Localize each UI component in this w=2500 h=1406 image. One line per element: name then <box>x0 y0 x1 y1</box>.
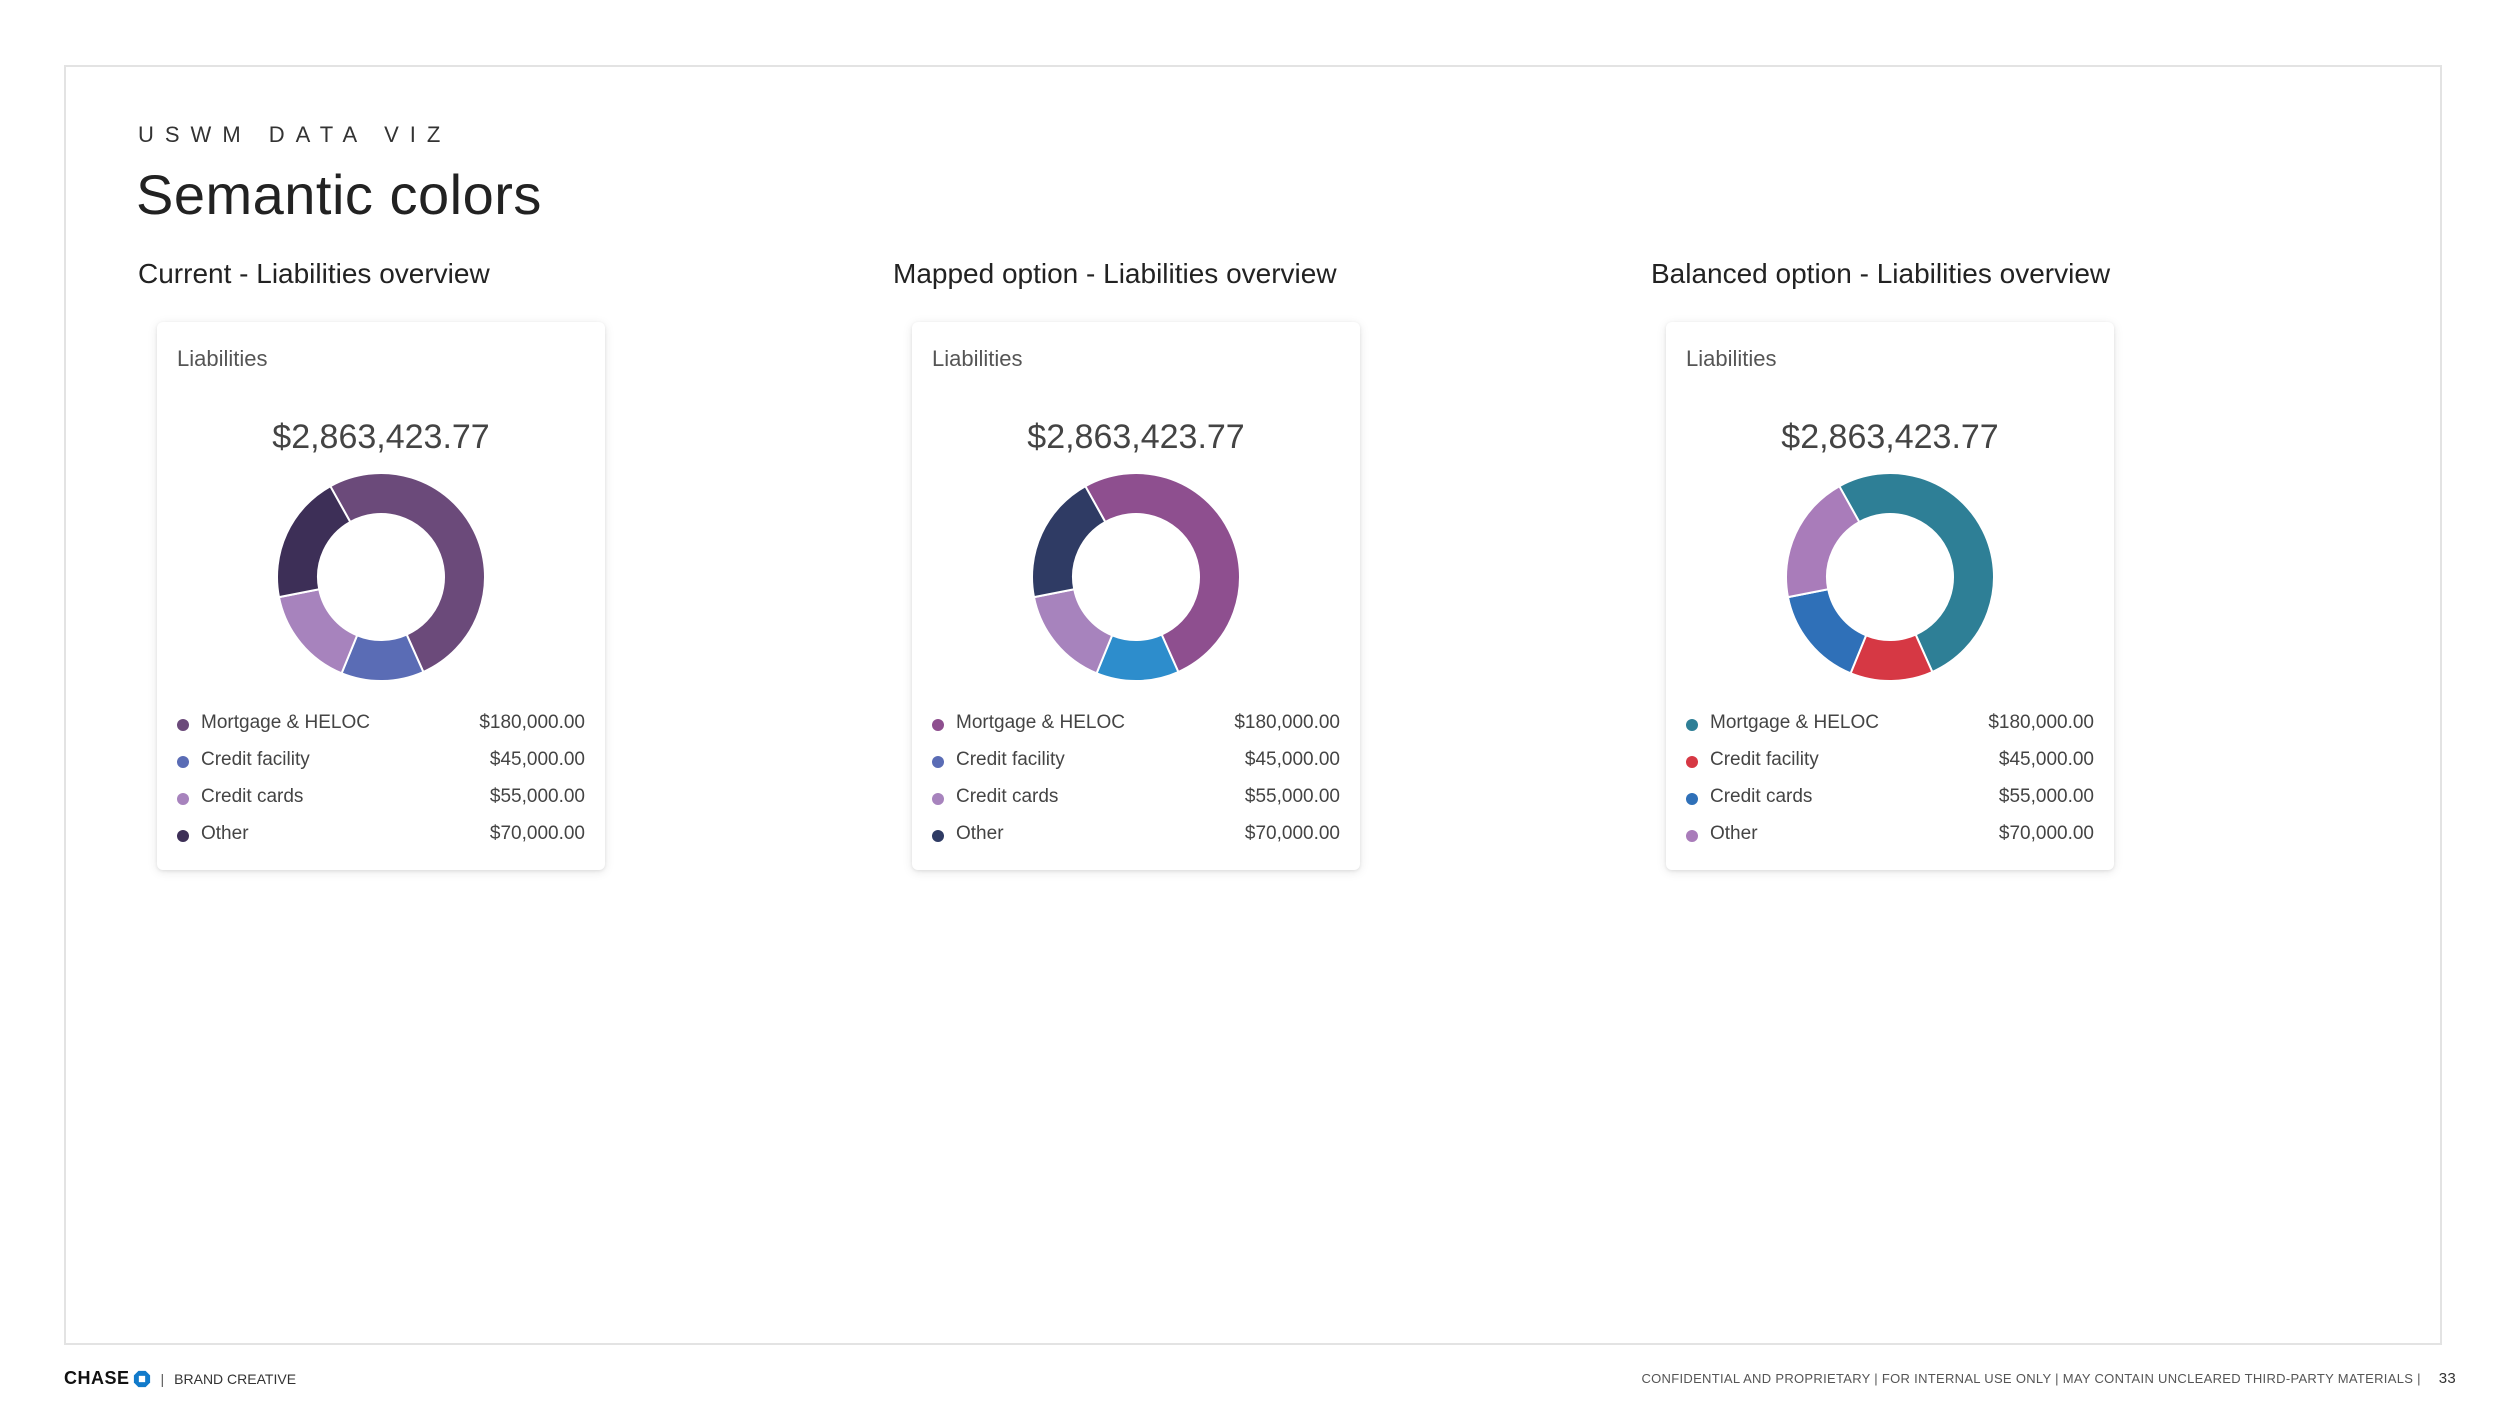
legend-label: Mortgage & HELOC <box>956 712 1125 733</box>
legend-value: $45,000.00 <box>1998 749 2094 770</box>
legend-label: Credit facility <box>956 749 1065 770</box>
legend-swatch <box>932 719 944 731</box>
donut-slice-other <box>1031 484 1107 599</box>
eyebrow-label: USWM DATA VIZ <box>138 122 452 147</box>
legend-label: Other <box>201 823 249 844</box>
legend-swatch <box>932 793 944 805</box>
total-amount: $2,863,423.77 <box>1781 418 1999 456</box>
legend-label: Credit cards <box>201 786 304 807</box>
legend-label: Credit cards <box>956 786 1059 807</box>
legend-item: Credit facility $45,000.00 <box>1686 749 2094 786</box>
legend-item: Mortgage & HELOC $180,000.00 <box>932 712 1340 749</box>
legend-swatch <box>177 756 189 768</box>
panel-heading-current: Current - Liabilities overview <box>138 258 490 289</box>
donut-chart <box>1031 472 1241 682</box>
legend-item: Other $70,000.00 <box>932 823 1340 860</box>
legend-value: $55,000.00 <box>1998 786 2094 807</box>
liabilities-card-mapped: Liabilities $2,863,423.77 Mortgage & HEL… <box>912 322 1360 870</box>
legend-item: Credit facility $45,000.00 <box>932 749 1340 786</box>
disclaimer-text: CONFIDENTIAL AND PROPRIETARY | FOR INTER… <box>1641 1371 2421 1386</box>
legend-swatch <box>1686 793 1698 805</box>
donut-chart <box>1785 472 1995 682</box>
legend-swatch <box>1686 830 1698 842</box>
legend-item: Other $70,000.00 <box>177 823 585 860</box>
legend-item: Credit cards $55,000.00 <box>1686 786 2094 823</box>
legend-label: Credit cards <box>1710 786 1813 807</box>
legend-value: $55,000.00 <box>489 786 585 807</box>
card-title: Liabilities <box>932 346 1023 371</box>
legend-swatch <box>932 830 944 842</box>
legend-item: Credit cards $55,000.00 <box>177 786 585 823</box>
legend-swatch <box>932 756 944 768</box>
page-title: Semantic colors <box>136 163 542 226</box>
legend-item: Credit cards $55,000.00 <box>932 786 1340 823</box>
legend-value: $70,000.00 <box>1998 823 2094 844</box>
card-title: Liabilities <box>1686 346 1777 371</box>
legend-value: $45,000.00 <box>489 749 585 770</box>
donut-slice-credit-cards <box>1032 588 1114 675</box>
donut-slice-other <box>1785 484 1861 599</box>
total-amount: $2,863,423.77 <box>272 418 490 456</box>
chart-legend: Mortgage & HELOC $180,000.00 Credit faci… <box>932 712 1340 860</box>
footer-disclaimer: CONFIDENTIAL AND PROPRIETARY | FOR INTER… <box>1641 1370 2456 1387</box>
footer-separator: | <box>160 1370 165 1387</box>
panel-heading-mapped: Mapped option - Liabilities overview <box>893 258 1337 289</box>
donut-chart <box>276 472 486 682</box>
page-number: 33 <box>2438 1370 2456 1387</box>
chart-legend: Mortgage & HELOC $180,000.00 Credit faci… <box>177 712 585 860</box>
chase-octagon-icon <box>133 1370 150 1387</box>
total-amount: $2,863,423.77 <box>1027 418 1245 456</box>
legend-value: $180,000.00 <box>1988 712 2094 733</box>
panel-heading-balanced: Balanced option - Liabilities overview <box>1651 258 2111 289</box>
legend-swatch <box>177 793 189 805</box>
legend-item: Other $70,000.00 <box>1686 823 2094 860</box>
chase-wordmark: CHASE <box>64 1368 130 1388</box>
legend-value: $180,000.00 <box>1234 712 1340 733</box>
legend-item: Mortgage & HELOC $180,000.00 <box>1686 712 2094 749</box>
donut-slice-credit-cards <box>277 588 359 675</box>
card-title: Liabilities <box>177 346 268 371</box>
legend-label: Other <box>1710 823 1758 844</box>
footer-department: BRAND CREATIVE <box>174 1370 297 1387</box>
legend-label: Other <box>956 823 1004 844</box>
chart-legend: Mortgage & HELOC $180,000.00 Credit faci… <box>1686 712 2094 860</box>
liabilities-card-current: Liabilities $2,863,423.77 Mortgage & HEL… <box>157 322 605 870</box>
legend-label: Mortgage & HELOC <box>1710 712 1879 733</box>
legend-value: $55,000.00 <box>1244 786 1340 807</box>
footer-brand: CHASE | BRAND CREATIVE <box>64 1368 296 1389</box>
legend-value: $70,000.00 <box>489 823 585 844</box>
legend-swatch <box>1686 719 1698 731</box>
legend-item: Mortgage & HELOC $180,000.00 <box>177 712 585 749</box>
legend-swatch <box>177 719 189 731</box>
donut-slice-credit-cards <box>1786 588 1868 675</box>
legend-value: $180,000.00 <box>479 712 585 733</box>
legend-label: Credit facility <box>201 749 310 770</box>
legend-label: Credit facility <box>1710 749 1819 770</box>
legend-swatch <box>177 830 189 842</box>
legend-item: Credit facility $45,000.00 <box>177 749 585 786</box>
legend-value: $70,000.00 <box>1244 823 1340 844</box>
donut-slice-other <box>276 484 352 599</box>
legend-swatch <box>1686 756 1698 768</box>
liabilities-card-balanced: Liabilities $2,863,423.77 Mortgage & HEL… <box>1666 322 2114 870</box>
legend-value: $45,000.00 <box>1244 749 1340 770</box>
legend-label: Mortgage & HELOC <box>201 712 370 733</box>
